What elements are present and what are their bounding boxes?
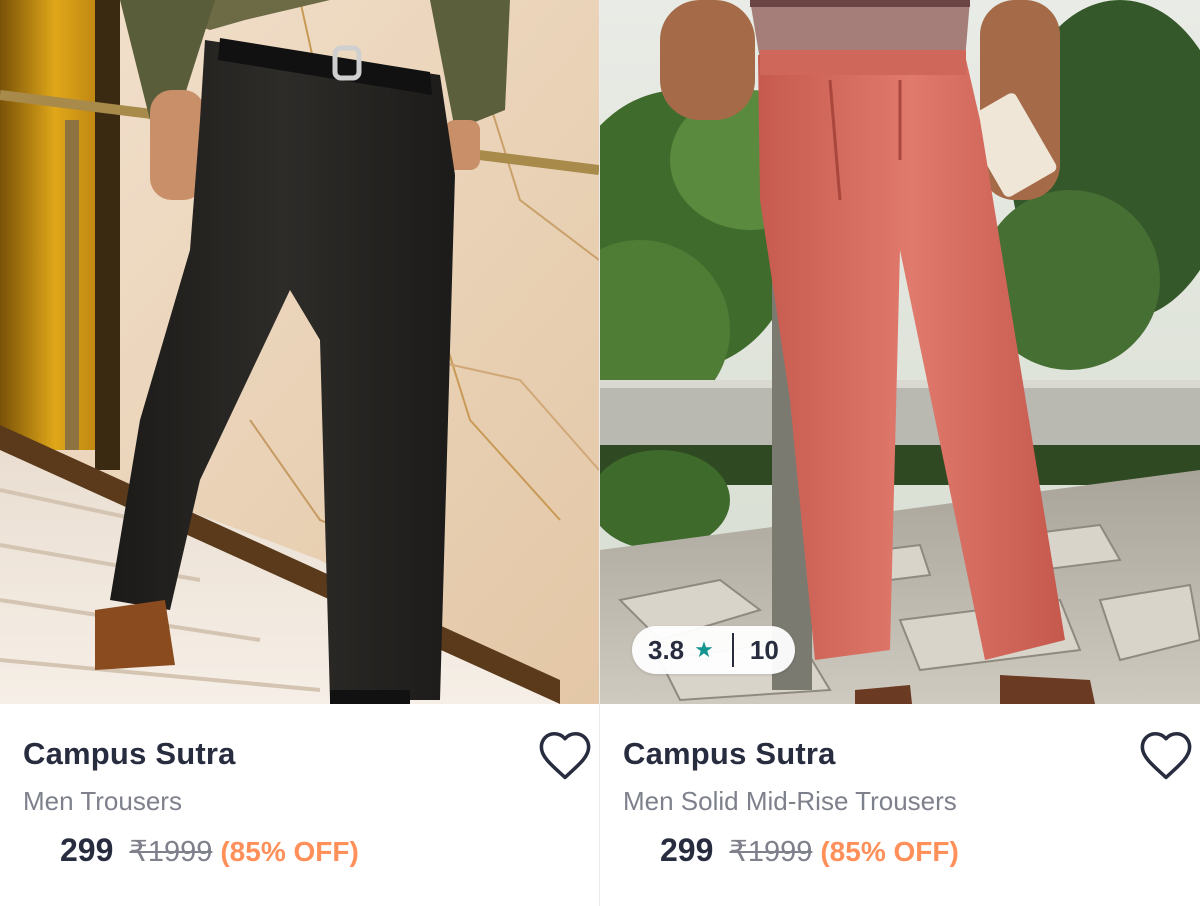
original-price: ₹1999 <box>129 836 213 868</box>
product-info: Campus Sutra Men Solid Mid-Rise Trousers… <box>600 704 1200 906</box>
wishlist-button[interactable] <box>1134 726 1198 784</box>
selling-price: 299 <box>660 832 714 868</box>
star-icon: ★ <box>694 637 714 662</box>
product-card[interactable]: Campus Sutra Men Trousers 299 ₹1999 (85%… <box>0 0 599 906</box>
product-name: Men Trousers <box>23 786 182 816</box>
product-grid: Campus Sutra Men Trousers 299 ₹1999 (85%… <box>0 0 1200 906</box>
price-row: 299 ₹1999 (85% OFF) <box>60 832 359 869</box>
selling-price: 299 <box>60 832 114 868</box>
discount-label: (85% OFF) <box>820 836 959 867</box>
rating-divider <box>731 633 734 667</box>
rating-value: 3.8 <box>648 634 685 665</box>
wishlist-button[interactable] <box>533 726 597 784</box>
rating-badge: 3.8 ★ 10 <box>632 626 795 674</box>
heart-icon <box>539 731 591 780</box>
price-row: 299 ₹1999 (85% OFF) <box>660 832 959 869</box>
discount-label: (85% OFF) <box>220 836 359 867</box>
black-trousers-photo <box>0 0 599 704</box>
brand-name: Campus Sutra <box>23 736 236 771</box>
product-card[interactable]: 3.8 ★ 10 Campus Sutra Men Solid Mid-Rise… <box>599 0 1200 906</box>
rating-count: 10 <box>749 634 779 665</box>
pink-trousers-photo <box>600 0 1200 704</box>
heart-icon <box>1140 731 1192 780</box>
product-image[interactable]: 3.8 ★ 10 <box>600 0 1200 704</box>
original-price: ₹1999 <box>729 836 813 868</box>
product-image[interactable] <box>0 0 599 704</box>
product-info: Campus Sutra Men Trousers 299 ₹1999 (85%… <box>0 704 599 906</box>
product-name: Men Solid Mid-Rise Trousers <box>623 786 957 816</box>
brand-name: Campus Sutra <box>623 736 836 771</box>
